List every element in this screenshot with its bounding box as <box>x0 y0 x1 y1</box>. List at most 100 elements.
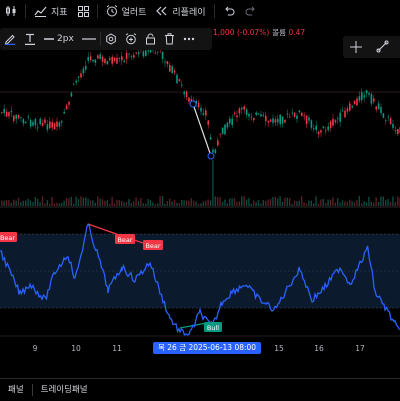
volume-bar <box>226 203 228 206</box>
candle-body <box>332 118 334 126</box>
x-tick: 9 <box>33 344 38 353</box>
trendline-handle[interactable] <box>207 152 215 160</box>
candle-body <box>135 52 137 54</box>
signal-label: Bear <box>117 236 132 244</box>
volume-bar <box>272 197 274 206</box>
volume-bar <box>344 201 346 206</box>
redo-button[interactable] <box>240 0 262 22</box>
volume-bar <box>363 201 365 206</box>
volume-bar <box>56 202 58 206</box>
more-button[interactable] <box>179 28 199 50</box>
volume-bar <box>82 197 84 206</box>
volume-bar <box>44 203 46 206</box>
volume-bar <box>320 199 322 206</box>
candle-body <box>61 121 63 123</box>
volume-bar <box>49 203 51 206</box>
candle-body <box>241 107 243 110</box>
volume-bar <box>233 197 236 206</box>
right-drawing-tools <box>343 36 400 58</box>
candle-body <box>133 55 135 58</box>
line-color-button[interactable] <box>0 28 20 50</box>
candle-body <box>301 112 303 116</box>
volume-bar <box>305 203 308 206</box>
volume-bar <box>128 199 130 206</box>
volume-bar <box>154 203 156 206</box>
candle-body <box>39 118 41 125</box>
volume-bar <box>183 200 185 206</box>
chart-type-button[interactable] <box>0 0 22 22</box>
volume-bar <box>253 200 255 206</box>
volume-bar <box>65 197 68 206</box>
trendline-tool-button[interactable] <box>369 36 395 58</box>
toolbar-divider <box>25 4 26 18</box>
candle-body <box>248 113 250 117</box>
candle-body <box>253 118 255 121</box>
crosshair-button[interactable] <box>343 36 369 58</box>
candle-body <box>320 130 322 133</box>
volume-bar <box>387 199 389 206</box>
candle-body <box>322 126 325 128</box>
volume-bar <box>113 203 116 206</box>
bottom-panel-bar: 패널 트레이딩패널 <box>0 378 400 401</box>
volume-bar <box>301 196 303 206</box>
volume-bar <box>243 196 245 206</box>
delete-button[interactable] <box>160 28 179 50</box>
undo-button[interactable] <box>218 0 240 22</box>
candle-body <box>173 70 176 73</box>
trading-panel-tab[interactable]: 트레이딩패널 <box>33 379 96 401</box>
trash-icon <box>164 33 175 45</box>
candle-body <box>197 102 200 108</box>
candle-body <box>147 50 149 52</box>
lock-button[interactable] <box>141 28 160 50</box>
text-color-button[interactable] <box>20 28 40 50</box>
line-style-button[interactable] <box>78 28 100 50</box>
volume-bar <box>5 200 8 206</box>
volume-bar <box>197 203 200 206</box>
indicators-button[interactable]: 지표 <box>29 0 73 22</box>
candle-body <box>164 61 166 63</box>
volume-bar <box>169 198 171 206</box>
volume-bar <box>229 198 231 206</box>
candle-body <box>257 113 260 115</box>
top-toolbar: 지표 얼러트 리플레이 <box>0 0 400 23</box>
candle-body <box>389 118 392 125</box>
alert-button[interactable]: 얼러트 <box>101 0 152 22</box>
candle-body <box>286 113 289 115</box>
candle-body <box>34 119 37 126</box>
line-width-button[interactable]: 2px <box>40 28 78 50</box>
volume-bar <box>135 197 137 206</box>
candle-body <box>65 105 68 110</box>
candle-body <box>289 116 291 118</box>
trendline-drawing[interactable] <box>189 100 215 160</box>
trendline-handle[interactable] <box>189 100 197 108</box>
volume-bar <box>111 196 113 206</box>
volume-bar <box>164 203 166 206</box>
volume-bar <box>380 196 382 206</box>
templates-button[interactable] <box>73 0 94 22</box>
candle-body <box>274 119 277 123</box>
price-chart[interactable]: Bear Bear Bear Bull 9 10 11 12 13 14 15 … <box>0 22 400 364</box>
candle-body <box>77 76 80 78</box>
volume-bar <box>32 202 34 206</box>
volume-bar <box>265 200 267 206</box>
indicators-label: 지표 <box>51 7 68 18</box>
volume-bar <box>58 203 60 206</box>
candle-body <box>231 118 233 126</box>
candles-icon <box>5 5 17 17</box>
volume-bar <box>13 199 15 206</box>
panel-tab[interactable]: 패널 <box>0 379 32 401</box>
candle-body <box>13 115 15 121</box>
settings-button[interactable] <box>101 28 121 50</box>
volume-label: 볼륨 <box>272 28 287 37</box>
candle-body <box>303 115 305 117</box>
candle-body <box>116 57 118 64</box>
alarm-button[interactable] <box>121 28 141 50</box>
volume-bar <box>73 203 75 206</box>
candle-body <box>243 106 245 110</box>
volume-bar <box>207 199 209 206</box>
candle-body <box>157 51 159 53</box>
replay-button[interactable]: 리플레이 <box>151 0 210 22</box>
volume-bar <box>349 199 351 206</box>
candle-body <box>99 54 101 60</box>
candle-body <box>80 73 82 78</box>
